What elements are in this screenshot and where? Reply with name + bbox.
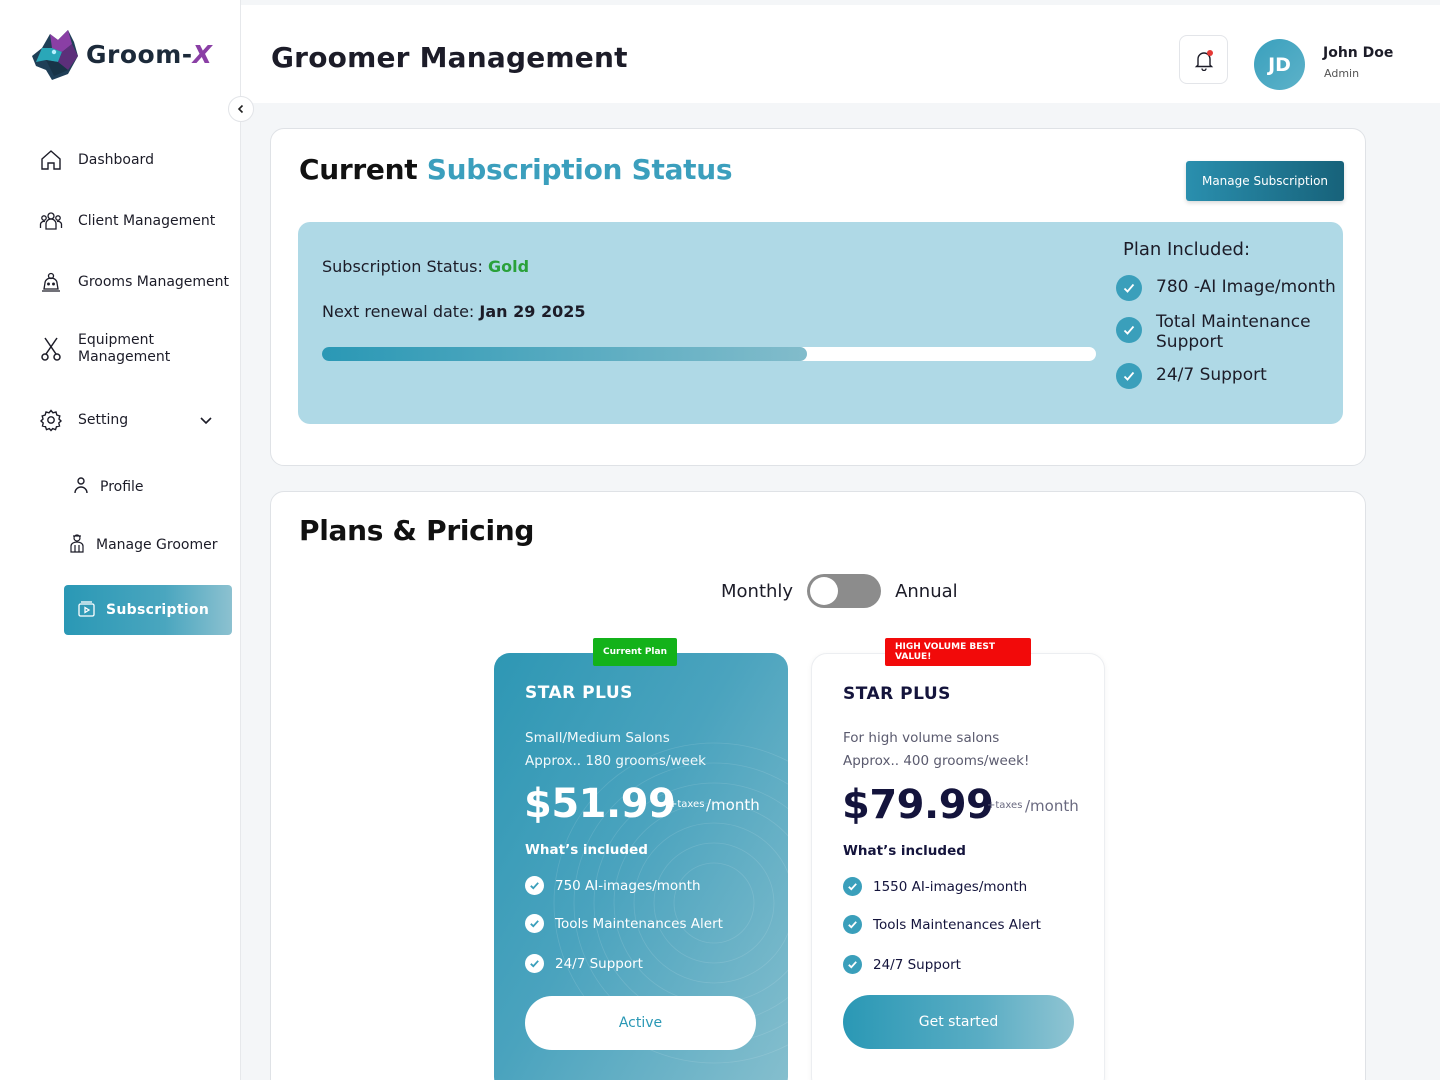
plan-name: STAR PLUS [843, 684, 951, 704]
notifications-button[interactable] [1179, 35, 1228, 84]
plan-feature: Tools Maintenances Alert [525, 914, 723, 933]
check-circle-icon [525, 954, 544, 973]
plan-description: Approx.. 400 grooms/week! [843, 753, 1030, 769]
top-header: Groomer Management JD John Doe Admin [241, 5, 1440, 103]
plan-description: Small/Medium Salons [525, 730, 670, 746]
best-value-badge: HIGH VOLUME BEST VALUE! [885, 638, 1031, 666]
annual-label[interactable]: Annual [895, 581, 958, 602]
check-circle-icon [843, 955, 862, 974]
whats-included-label: What’s included [843, 843, 966, 859]
renewal-date-line: Next renewal date: Jan 29 2025 [322, 302, 586, 321]
plan-period: /month [706, 796, 760, 814]
billing-period-toggle[interactable] [807, 574, 882, 608]
gear-icon [38, 407, 64, 433]
brand-logo[interactable]: Groom-X [28, 26, 212, 82]
person-icon [72, 476, 90, 498]
check-circle-icon [1116, 275, 1142, 301]
whats-included-label: What’s included [525, 842, 648, 858]
check-circle-icon [1116, 363, 1142, 389]
subscription-status-panel: Subscription Status: Gold Next renewal d… [298, 222, 1343, 424]
sidebar-item-manage-groomer[interactable]: Manage Groomer [68, 533, 218, 557]
plans-pricing-title: Plans & Pricing [299, 514, 535, 547]
sidebar-item-grooms-management[interactable]: Grooms Management [38, 269, 229, 295]
home-icon [38, 147, 64, 173]
page-title: Groomer Management [271, 41, 628, 74]
check-circle-icon [1116, 317, 1142, 343]
subscription-status-title: Current Subscription Status [299, 153, 733, 186]
dog-icon [38, 269, 64, 295]
users-icon [38, 208, 64, 234]
plan-included-item: 24/7 Support [1116, 363, 1267, 389]
sidebar-item-client-management[interactable]: Client Management [38, 208, 215, 234]
renewal-progress-fill [322, 347, 807, 361]
plan-tax: +taxes [987, 800, 1023, 811]
plan-included-item: Total Maintenance Support [1116, 312, 1336, 352]
chevron-left-icon [237, 104, 244, 114]
check-circle-icon [525, 876, 544, 895]
plan-tax: +taxes [669, 799, 705, 810]
monthly-label[interactable]: Monthly [721, 581, 793, 602]
plan-price: $79.99 [842, 782, 994, 828]
status-value: Gold [487, 257, 530, 276]
sidebar-item-dashboard[interactable]: Dashboard [38, 147, 154, 173]
plan-feature: 750 AI-images/month [525, 876, 701, 895]
check-circle-icon [525, 914, 544, 933]
renewal-progress-bar [322, 347, 1096, 361]
dog-logo-icon [32, 30, 78, 80]
notification-dot [1207, 50, 1213, 56]
subscription-icon [77, 599, 96, 622]
sidebar-item-profile[interactable]: Profile [72, 476, 144, 498]
sidebar-item-setting[interactable]: Setting [38, 407, 128, 433]
active-plan-button[interactable]: Active [525, 996, 756, 1050]
plan-card-current-content: STAR PLUS Small/Medium Salons Approx.. 1… [494, 653, 788, 1080]
groomer-icon [68, 533, 86, 557]
brand-name: Groom-X [86, 39, 213, 69]
plan-description: For high volume salons [843, 730, 1000, 746]
sidebar-item-label: Client Management [78, 212, 216, 229]
sidebar-item-label: Grooms Management [78, 273, 230, 290]
plan-feature: Tools Maintenances Alert [843, 915, 1041, 934]
plan-feature: 24/7 Support [525, 954, 643, 973]
plan-included-item: 780 -AI Image/month [1116, 275, 1336, 301]
billing-period-toggle-group: Monthly Annual [721, 574, 958, 608]
sidebar-item-label: Setting [78, 411, 129, 428]
plans-pricing-card: Plans & Pricing Monthly Annual Current P… [270, 491, 1366, 1080]
sidebar-item-label: Manage Groomer [96, 537, 218, 553]
subscription-status-line: Subscription Status: Gold [322, 257, 530, 276]
plan-description: Approx.. 180 grooms/week [525, 753, 706, 769]
renewal-date-value: Jan 29 2025 [479, 302, 586, 321]
plan-price: $51.99 [524, 781, 676, 827]
check-circle-icon [843, 915, 862, 934]
toggle-knob [810, 577, 839, 605]
plan-name: STAR PLUS [525, 683, 633, 703]
sidebar-item-equipment-management[interactable]: Equipment Management [38, 332, 188, 366]
get-started-button[interactable]: Get started [843, 995, 1074, 1049]
sidebar-item-label: Equipment Management [78, 332, 171, 365]
sidebar-item-subscription[interactable]: Subscription [64, 585, 232, 635]
check-circle-icon [843, 877, 862, 896]
plan-included-title: Plan Included: [1123, 239, 1251, 260]
scissors-icon [38, 336, 64, 362]
sidebar: Groom-X Dashboard Client Management Groo… [0, 0, 241, 1080]
user-name: John Doe [1323, 45, 1394, 61]
user-role: Admin [1324, 67, 1360, 80]
plan-feature: 1550 AI-images/month [843, 877, 1027, 896]
plan-period: /month [1025, 797, 1079, 815]
collapse-sidebar-button[interactable] [228, 96, 254, 122]
chevron-down-icon[interactable] [198, 412, 214, 428]
sidebar-item-label: Profile [100, 479, 144, 495]
manage-subscription-button[interactable]: Manage Subscription [1186, 161, 1344, 201]
avatar[interactable]: JD [1254, 39, 1305, 90]
sidebar-item-label: Subscription [106, 602, 210, 618]
plan-feature: 24/7 Support [843, 955, 961, 974]
subscription-status-card: Current Subscription Status Manage Subsc… [270, 128, 1366, 466]
sidebar-item-label: Dashboard [78, 151, 154, 168]
plan-card-high-volume: STAR PLUS For high volume salons Approx.… [811, 653, 1105, 1080]
